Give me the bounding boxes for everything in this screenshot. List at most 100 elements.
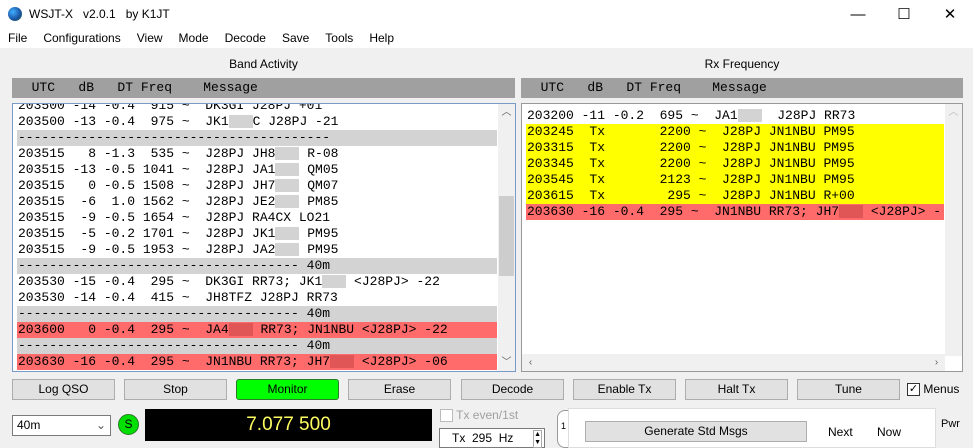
row-text: 203530 -14 -0.4 415 ~ JH8TFZ J28PJ RR73 (18, 290, 338, 305)
erase-button[interactable]: Erase (348, 379, 451, 400)
menu-bar: File Configurations View Mode Decode Sav… (0, 28, 973, 48)
row-text: ------------------------------------ 40m (18, 338, 331, 353)
message-row[interactable]: 203515 -9 -0.5 1654 ~ J28PJ RA4CX LO21 (17, 210, 497, 226)
now-label: Now (877, 425, 902, 439)
row-text-suffix: J28PJ RR73 (761, 108, 856, 123)
menu-help[interactable]: Help (361, 31, 402, 45)
tx-frequency-spinbox[interactable]: Tx 295 Hz ▲ ▼ (439, 428, 545, 448)
band-value: 40m (17, 418, 41, 432)
vertical-scrollbar[interactable]: ︿ (945, 104, 962, 356)
enable-tx-button[interactable]: Enable Tx (573, 379, 676, 400)
message-row[interactable]: 203515 -9 -0.5 1953 ~ J28PJ JA2 PM95 (17, 242, 497, 258)
scroll-thumb[interactable] (499, 196, 514, 276)
pwr-label: Pwr (941, 418, 960, 430)
row-text: 203200 -11 -0.2 695 ~ JA1 (527, 108, 738, 123)
message-row[interactable]: 203515 -5 -0.2 1701 ~ J28PJ JK1 PM95 (17, 226, 497, 242)
separator-row[interactable]: ------------------------------------ 40m (17, 338, 497, 354)
menu-view[interactable]: View (129, 31, 171, 45)
menu-configurations[interactable]: Configurations (35, 31, 128, 45)
menu-file[interactable]: File (0, 31, 35, 45)
scroll-left-icon[interactable]: ‹ (522, 354, 539, 371)
row-text: 203515 0 -0.5 1508 ~ J28PJ JH7 (18, 178, 276, 193)
separator-row[interactable]: ------------------------------------ 40m (17, 306, 497, 322)
redacted-callsign (275, 195, 300, 209)
message-row[interactable]: 203515 -6 1.0 1562 ~ J28PJ JE2 PM85 (17, 194, 497, 210)
message-row[interactable]: 203315 Tx 2200 ~ J28PJ JN1NBU PM95 (526, 140, 944, 156)
close-button[interactable]: ✕ (927, 0, 973, 28)
tx-frequency-value: Tx 295 Hz (452, 431, 514, 445)
redacted-callsign (228, 323, 253, 337)
band-select[interactable]: 40m ⌄ (12, 415, 111, 436)
menu-save[interactable]: Save (274, 31, 317, 45)
menu-mode[interactable]: Mode (171, 31, 217, 45)
row-text: ------------------------------------ 40m (18, 258, 331, 273)
message-row[interactable]: 203515 0 -0.5 1508 ~ J28PJ JH7 QM07 (17, 178, 497, 194)
message-row[interactable]: 203515 8 -1.3 535 ~ J28PJ JH8 R-08 (17, 146, 497, 162)
spin-arrows-icon[interactable]: ▲ ▼ (533, 430, 542, 448)
scroll-up-icon[interactable]: ︿ (498, 104, 515, 121)
message-row[interactable]: 203545 Tx 2123 ~ J28PJ JN1NBU PM95 (526, 172, 944, 188)
row-text-suffix: <J28PJ> -06 (354, 354, 448, 369)
minimize-button[interactable]: — (835, 0, 881, 28)
scroll-up-icon[interactable]: ︿ (945, 104, 962, 121)
s-meter-badge[interactable]: S (118, 414, 139, 435)
separator-row[interactable]: ---------------------------------------- (17, 130, 497, 146)
row-text: 203345 Tx 2200 ~ J28PJ JN1NBU PM95 (527, 156, 855, 171)
band-activity-header: UTC dB DT Freq Message (12, 78, 515, 98)
message-row[interactable]: 203630 -16 -0.4 295 ~ JN1NBU RR73; JH7 <… (17, 354, 497, 370)
rx-frequency-list[interactable]: 203200 -11 -0.2 695 ~ JA1 J28PJ RR73 2032… (521, 103, 963, 372)
stop-button[interactable]: Stop (124, 379, 227, 400)
horizontal-scrollbar[interactable]: ‹ › (522, 354, 945, 371)
redacted-callsign (275, 147, 300, 161)
rx-frequency-label: Rx Frequency (704, 57, 780, 71)
generate-std-msgs-button[interactable]: Generate Std Msgs (585, 421, 807, 442)
menu-decode[interactable]: Decode (217, 31, 274, 45)
row-text: 203515 -9 -0.5 1953 ~ J28PJ JA2 (18, 242, 276, 257)
band-activity-list[interactable]: 203500 -14 -0.4 915 ~ DK3GI J28PJ +01 203… (12, 103, 516, 372)
message-row[interactable]: 203345 Tx 2200 ~ J28PJ JN1NBU PM95 (526, 156, 944, 172)
decode-button[interactable]: Decode (461, 379, 564, 400)
monitor-button[interactable]: Monitor (236, 379, 339, 400)
checkbox-icon[interactable] (440, 409, 453, 423)
row-text-suffix: PM85 (299, 194, 339, 209)
message-row[interactable]: 203200 -11 -0.2 695 ~ JA1 J28PJ RR73 (526, 108, 944, 124)
halt-tx-button[interactable]: Halt Tx (685, 379, 788, 400)
row-text-suffix: R-08 (299, 146, 339, 161)
vertical-scrollbar[interactable]: ︿ ﹀ (498, 104, 515, 371)
tune-button[interactable]: Tune (797, 379, 900, 400)
message-row[interactable]: 203515 -13 -0.5 1041 ~ J28PJ JA1 QM05 (17, 162, 497, 178)
row-text-suffix: <J28PJ> - (863, 204, 942, 219)
scroll-right-icon[interactable]: › (928, 354, 945, 371)
app-logo-icon (8, 7, 22, 21)
row-text-suffix: C J28PJ -21 (252, 114, 339, 129)
tx-even-label: Tx even/1st (456, 408, 519, 422)
maximize-button[interactable]: ☐ (881, 0, 927, 28)
title-bar: WSJT-X v2.0.1 by K1JT — ☐ ✕ (0, 0, 973, 28)
menus-checkbox[interactable]: ✓ Menus (907, 382, 959, 397)
message-row[interactable]: 203630 -16 -0.4 295 ~ JN1NBU RR73; JH7 <… (526, 204, 944, 220)
row-text-suffix: PM95 (299, 242, 339, 257)
tx-even-checkbox[interactable]: Tx even/1st (440, 408, 519, 423)
message-row[interactable]: 203500 -13 -0.4 975 ~ JK1 C J28PJ -21 (17, 114, 497, 130)
row-text: 203545 Tx 2123 ~ J28PJ JN1NBU PM95 (527, 172, 855, 187)
menu-tools[interactable]: Tools (317, 31, 361, 45)
message-row[interactable]: 203530 -15 -0.4 295 ~ DK3GI RR73; JK1 <J… (17, 274, 497, 290)
redacted-callsign (839, 205, 864, 219)
separator-row[interactable]: ------------------------------------ 40m (17, 258, 497, 274)
message-row[interactable]: 203615 Tx 295 ~ J28PJ JN1NBU R+00 (526, 188, 944, 204)
message-row[interactable]: 203530 -14 -0.4 415 ~ JH8TFZ J28PJ RR73 (17, 290, 497, 306)
message-row[interactable]: 203245 Tx 2200 ~ J28PJ JN1NBU PM95 (526, 124, 944, 140)
redacted-callsign (330, 355, 355, 369)
message-row[interactable]: 203600 0 -0.4 295 ~ JA4 RR73; JN1NBU <J2… (17, 322, 497, 338)
redacted-callsign (275, 227, 300, 241)
checkmark-icon[interactable]: ✓ (907, 383, 920, 397)
redacted-callsign (737, 109, 762, 123)
next-label: Next (828, 425, 853, 439)
row-text-suffix: QM05 (299, 162, 339, 177)
message-row[interactable]: 203500 -14 -0.4 915 ~ DK3GI J28PJ +01 (17, 104, 497, 114)
row-text: 203315 Tx 2200 ~ J28PJ JN1NBU PM95 (527, 140, 855, 155)
log-qso-button[interactable]: Log QSO (12, 379, 115, 400)
row-text: 203500 -13 -0.4 975 ~ JK1 (18, 114, 229, 129)
row-text: 203530 -15 -0.4 295 ~ DK3GI RR73; JK1 (18, 274, 323, 289)
scroll-down-icon[interactable]: ﹀ (498, 354, 515, 371)
